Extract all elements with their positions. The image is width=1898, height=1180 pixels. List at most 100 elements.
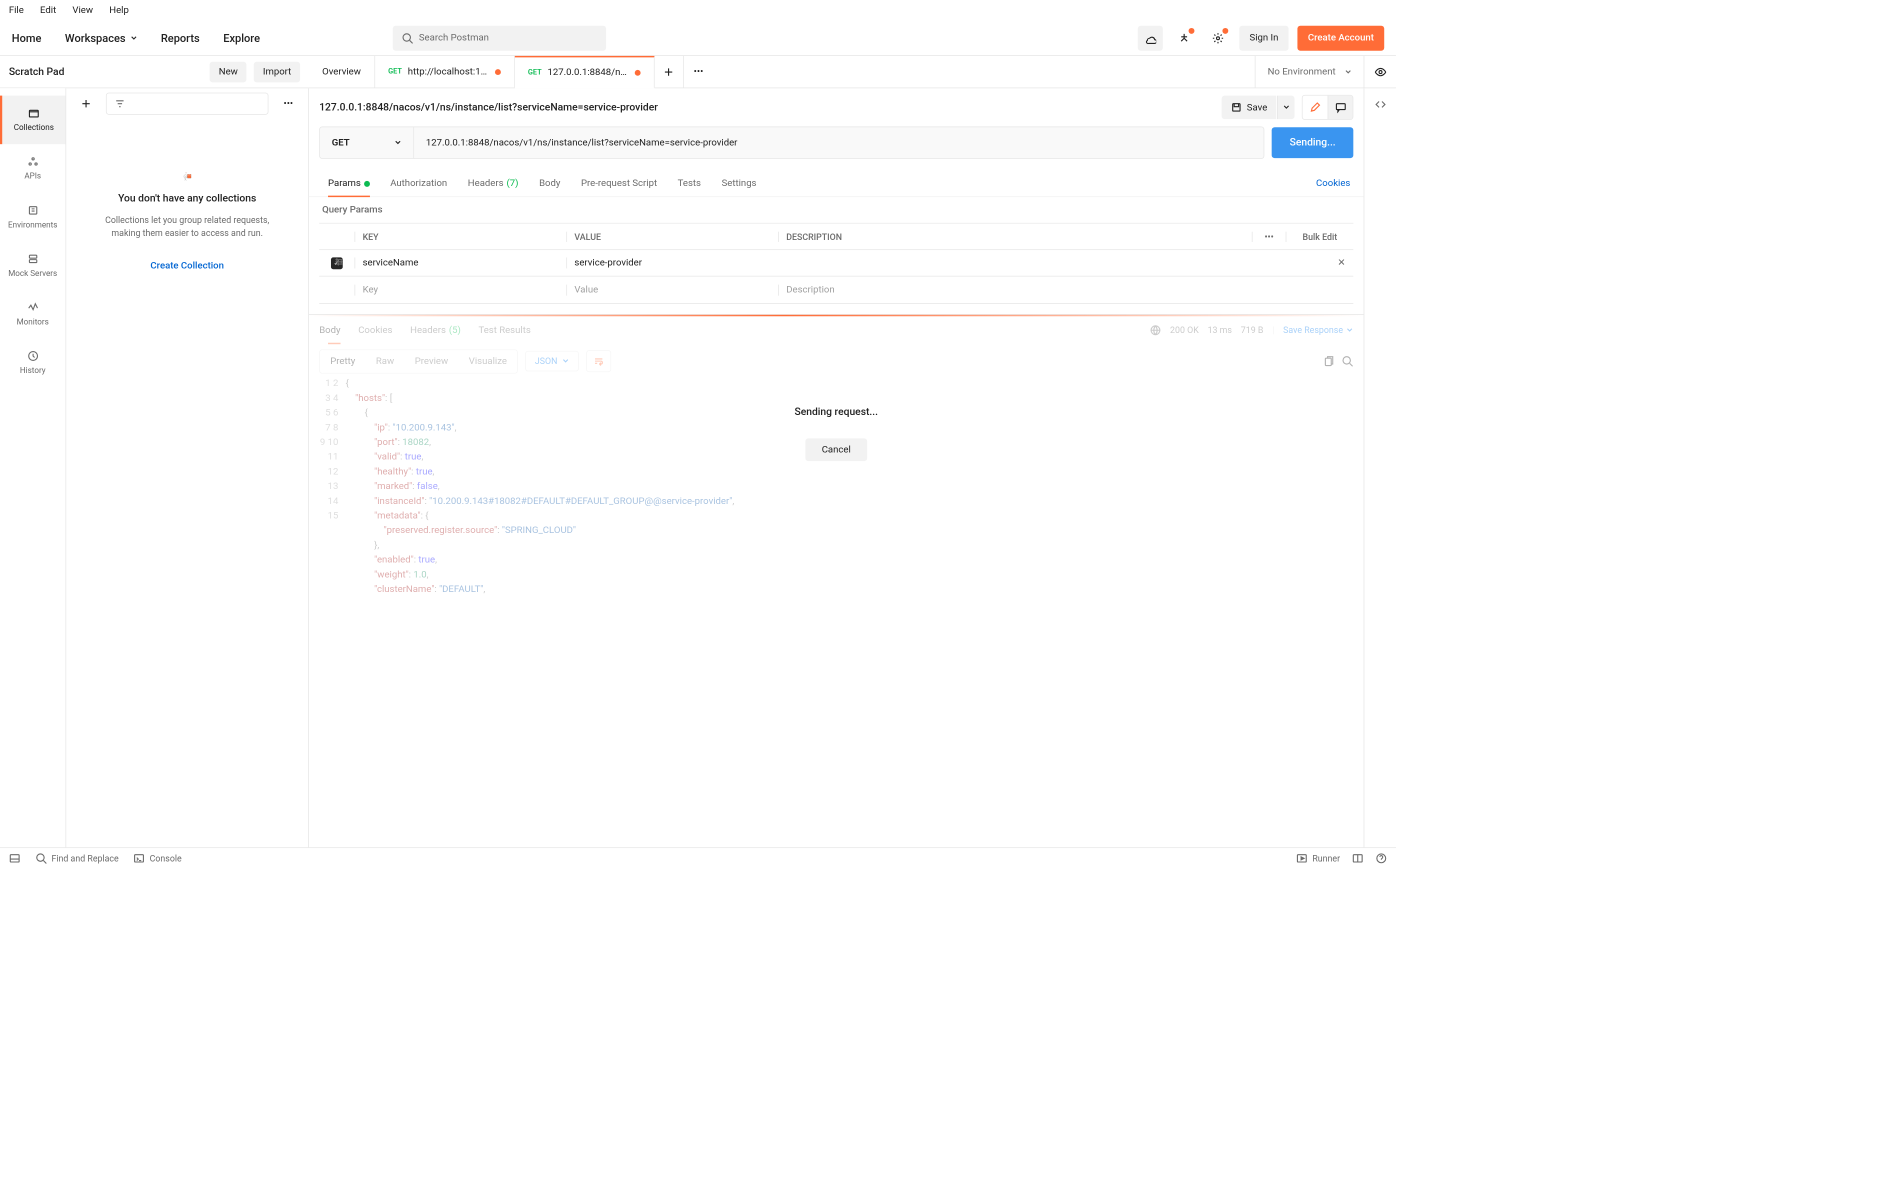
params-table: KEY VALUE DESCRIPTION ••• Bulk Edit ✓ se…	[319, 223, 1353, 304]
rail-label: History	[20, 366, 46, 376]
console[interactable]: Console	[133, 852, 181, 864]
rail-label: Monitors	[17, 317, 49, 327]
find-replace[interactable]: Find and Replace	[35, 852, 118, 864]
edit-mode[interactable]	[1303, 96, 1328, 120]
save-icon	[1231, 101, 1243, 113]
search-icon	[401, 32, 413, 44]
unsaved-indicator	[635, 70, 641, 76]
menu-help[interactable]: Help	[109, 5, 129, 16]
param-key-new[interactable]: Key	[355, 284, 567, 295]
tab-prerequest[interactable]: Pre-request Script	[572, 171, 666, 197]
col-options[interactable]: •••	[1252, 231, 1286, 241]
headers-count: (7)	[506, 178, 518, 189]
sidebar-options[interactable]: •••	[276, 91, 301, 116]
param-desc-new[interactable]: Description	[778, 284, 1252, 295]
params-indicator	[364, 181, 370, 187]
gear-icon	[1212, 32, 1224, 44]
workspace-title: Scratch Pad	[9, 66, 65, 78]
create-collection-link[interactable]: Create Collection	[150, 260, 224, 271]
right-rail	[1364, 88, 1396, 847]
sync-button[interactable]	[1138, 25, 1163, 50]
console-icon	[133, 852, 145, 864]
server-icon	[27, 253, 39, 265]
status-bar: Find and Replace Console Runner	[0, 847, 1396, 868]
new-tab-button[interactable]	[654, 56, 683, 88]
row-settings-icon[interactable]	[333, 256, 345, 271]
signin-button[interactable]: Sign In	[1239, 25, 1289, 50]
tab-overview[interactable]: Overview	[309, 56, 375, 88]
more-icon: •••	[694, 66, 704, 77]
save-button[interactable]: Save	[1222, 96, 1276, 120]
env-icon	[27, 204, 39, 216]
tab-options-button[interactable]: •••	[684, 56, 713, 88]
tab-request-1[interactable]: GET http://localhost:18...	[375, 56, 515, 88]
code-icon[interactable]	[1374, 99, 1386, 111]
cookies-link[interactable]: Cookies	[1316, 178, 1353, 189]
search-placeholder: Search Postman	[419, 32, 489, 43]
col-desc: DESCRIPTION	[778, 231, 1252, 241]
rail-environments[interactable]: Environments	[0, 193, 65, 242]
tab-tests[interactable]: Tests	[669, 171, 710, 197]
nav-workspaces[interactable]: Workspaces	[65, 31, 137, 44]
sending-text: Sending request...	[795, 406, 878, 418]
tab-body[interactable]: Body	[530, 171, 569, 197]
nav-workspaces-label: Workspaces	[65, 31, 126, 44]
folder-icon	[28, 107, 40, 119]
new-button[interactable]: New	[210, 61, 247, 82]
menu-view[interactable]: View	[72, 5, 93, 16]
search-input[interactable]: Search Postman	[392, 25, 605, 50]
tab-request-2[interactable]: GET 127.0.0.1:8848/nac...	[515, 56, 655, 88]
send-button[interactable]: Sending...	[1272, 127, 1353, 158]
panel-icon[interactable]	[9, 852, 21, 864]
create-account-button[interactable]: Create Account	[1298, 25, 1385, 50]
rail-mocks[interactable]: Mock Servers	[0, 241, 65, 290]
tab-params[interactable]: Params	[319, 171, 378, 197]
bulk-edit[interactable]: Bulk Edit	[1286, 231, 1354, 241]
rail-apis[interactable]: APIs	[0, 144, 65, 193]
notification-dot	[1188, 28, 1194, 34]
rail-monitors[interactable]: Monitors	[0, 290, 65, 339]
tab-label: 127.0.0.1:8848/nac...	[548, 67, 629, 78]
search-icon	[35, 852, 47, 864]
col-value: VALUE	[566, 231, 778, 241]
cancel-button[interactable]: Cancel	[806, 438, 867, 461]
param-value-input[interactable]: service-provider	[566, 257, 778, 268]
settings-button[interactable]	[1205, 25, 1230, 50]
menu-edit[interactable]: Edit	[40, 5, 56, 16]
tab-headers[interactable]: Headers (7)	[459, 171, 527, 197]
environment-selector[interactable]: No Environment	[1255, 56, 1364, 88]
nav-reports[interactable]: Reports	[161, 31, 200, 44]
eye-icon	[1374, 66, 1386, 78]
menu-file[interactable]: File	[9, 5, 24, 16]
runner[interactable]: Runner	[1296, 852, 1340, 864]
menu-bar: File Edit View Help	[0, 0, 1396, 21]
save-dropdown[interactable]	[1277, 96, 1295, 120]
method-selector[interactable]: GET	[320, 127, 414, 158]
url-input[interactable]: 127.0.0.1:8848/nacos/v1/ns/instance/list…	[414, 127, 1264, 158]
sidebar-filter-input[interactable]	[106, 93, 269, 115]
comment-mode[interactable]	[1328, 96, 1353, 120]
tab-method: GET	[388, 68, 402, 76]
tab-authorization[interactable]: Authorization	[381, 171, 456, 197]
param-key-input[interactable]: serviceName	[355, 257, 567, 268]
nav-home[interactable]: Home	[12, 31, 42, 44]
empty-description: Collections let you group related reques…	[92, 213, 283, 239]
cloud-off-icon	[1144, 32, 1156, 44]
console-label: Console	[150, 853, 182, 863]
rail-label: Collections	[14, 123, 54, 133]
rail-history[interactable]: History	[0, 338, 65, 387]
param-value-new[interactable]: Value	[566, 284, 778, 295]
layout-icon[interactable]	[1352, 852, 1364, 864]
chevron-down-icon	[1344, 68, 1351, 75]
nav-explore[interactable]: Explore	[223, 31, 260, 44]
import-button[interactable]: Import	[254, 61, 300, 82]
tab-settings[interactable]: Settings	[713, 171, 766, 197]
sliders-icon	[333, 256, 345, 268]
sidebar-add-button[interactable]	[74, 91, 99, 116]
tab-method: GET	[528, 68, 542, 76]
delete-param[interactable]: ✕	[1330, 257, 1354, 268]
help-icon[interactable]	[1375, 852, 1387, 864]
capture-button[interactable]	[1172, 25, 1197, 50]
rail-collections[interactable]: Collections	[0, 96, 65, 145]
environment-quicklook[interactable]	[1364, 56, 1396, 88]
